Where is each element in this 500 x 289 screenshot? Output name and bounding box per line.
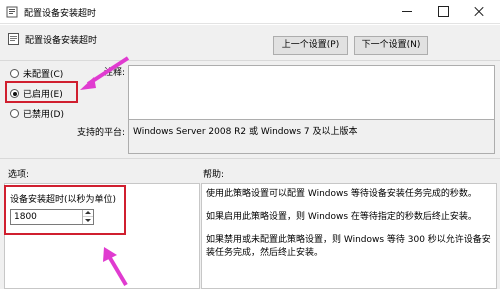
help-header: 帮助: — [203, 170, 225, 180]
comment-label: 注释: — [104, 68, 126, 78]
previous-setting-button[interactable]: 上一个设置(P) — [273, 36, 348, 55]
platform-field: Windows Server 2008 R2 或 Windows 7 及以上版本 — [128, 119, 495, 154]
help-paragraph: 如果启用此策略设置，则 Windows 在等待指定的秒数后终止安装。 — [206, 212, 477, 222]
radio-circle[interactable] — [10, 109, 19, 118]
dialog-body: 配置设备安装超时 上一个设置(P) 下一个设置(N) 未配置(C) 已启用(E)… — [0, 25, 500, 289]
help-paragraph: 使用此策略设置可以配置 Windows 等待设备安装任务完成的秒数。 — [206, 189, 477, 199]
platform-label: 支持的平台: — [77, 128, 126, 138]
radio-disabled[interactable]: 已禁用(D) — [10, 107, 64, 120]
platform-value: Windows Server 2008 R2 或 Windows 7 及以上版本 — [133, 127, 358, 137]
help-paragraph: 如果禁用或未配置此策略设置，则 Windows 等待 300 秒以允许设备安装任… — [206, 235, 491, 258]
radio-circle[interactable] — [10, 69, 19, 78]
window-title: 配置设备安装超时 — [24, 9, 97, 19]
close-icon[interactable] — [461, 0, 497, 22]
radio-not-configured[interactable]: 未配置(C) — [10, 67, 63, 80]
minimize-icon[interactable] — [389, 0, 425, 22]
policy-icon — [6, 6, 18, 18]
options-header: 选项: — [8, 170, 30, 180]
title-bar: 配置设备安装超时 — [0, 0, 500, 24]
setting-title: 配置设备安装超时 — [25, 36, 98, 46]
help-pane: 使用此策略设置可以配置 Windows 等待设备安装任务完成的秒数。 如果启用此… — [201, 183, 497, 289]
radio-label: 未配置(C) — [23, 70, 64, 80]
annotation-highlight-box — [5, 81, 78, 103]
annotation-highlight-box — [4, 185, 126, 235]
divider — [0, 158, 500, 159]
maximize-icon[interactable] — [425, 0, 461, 22]
divider — [0, 60, 500, 61]
radio-label: 已禁用(D) — [23, 110, 64, 120]
next-setting-button[interactable]: 下一个设置(N) — [354, 36, 428, 55]
policy-icon — [8, 33, 19, 45]
